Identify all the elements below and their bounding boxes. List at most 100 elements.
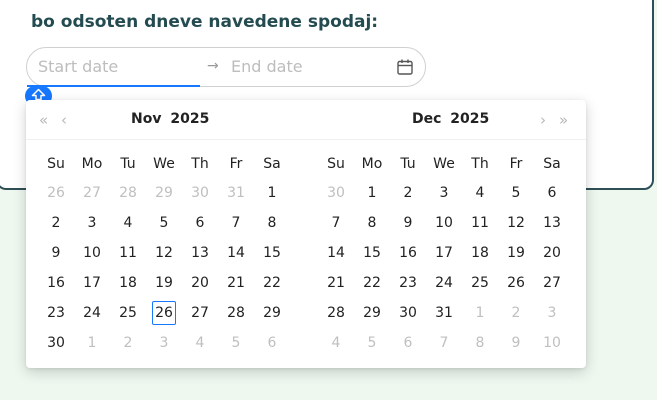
date-cell[interactable]: 30	[390, 298, 426, 328]
date-number[interactable]: 8	[468, 331, 492, 355]
date-number[interactable]: 30	[396, 301, 420, 325]
date-number[interactable]: 26	[152, 301, 176, 325]
date-number[interactable]: 28	[224, 301, 248, 325]
date-number[interactable]: 3	[432, 181, 456, 205]
date-cell[interactable]: 24	[426, 268, 462, 298]
date-number[interactable]: 29	[152, 181, 176, 205]
date-range-picker[interactable]: Start date → End date	[26, 47, 426, 87]
date-number[interactable]: 29	[360, 301, 384, 325]
date-number[interactable]: 18	[116, 271, 140, 295]
date-cell[interactable]: 6	[390, 328, 426, 358]
date-number[interactable]: 6	[188, 211, 212, 235]
date-number[interactable]: 5	[152, 211, 176, 235]
date-cell[interactable]: 7	[318, 208, 354, 238]
date-number[interactable]: 30	[44, 331, 68, 355]
date-cell[interactable]: 3	[74, 208, 110, 238]
date-cell[interactable]: 13	[534, 208, 570, 238]
date-number[interactable]: 4	[116, 211, 140, 235]
date-number[interactable]: 15	[260, 241, 284, 265]
date-number[interactable]: 31	[224, 181, 248, 205]
date-cell[interactable]: 28	[218, 298, 254, 328]
date-number[interactable]: 15	[360, 241, 384, 265]
date-cell[interactable]: 5	[146, 208, 182, 238]
date-number[interactable]: 23	[44, 301, 68, 325]
date-cell[interactable]: 27	[182, 298, 218, 328]
date-cell[interactable]: 22	[354, 268, 390, 298]
date-cell[interactable]: 5	[354, 328, 390, 358]
date-cell[interactable]: 7	[218, 208, 254, 238]
date-cell[interactable]: 4	[182, 328, 218, 358]
date-cell[interactable]: 1	[354, 178, 390, 208]
date-number[interactable]: 5	[504, 181, 528, 205]
date-number[interactable]: 28	[116, 181, 140, 205]
date-number[interactable]: 19	[152, 271, 176, 295]
date-number[interactable]: 16	[396, 241, 420, 265]
end-date-input[interactable]: End date	[231, 57, 303, 76]
date-number[interactable]: 2	[116, 331, 140, 355]
date-number[interactable]: 20	[540, 241, 564, 265]
date-number[interactable]: 5	[360, 331, 384, 355]
date-cell[interactable]: 21	[318, 268, 354, 298]
date-cell[interactable]: 1	[74, 328, 110, 358]
next-month-button[interactable]: ›	[540, 110, 546, 130]
date-cell[interactable]: 21	[218, 268, 254, 298]
date-number[interactable]: 26	[504, 271, 528, 295]
year-label[interactable]: 2025	[450, 111, 489, 127]
date-cell[interactable]: 6	[534, 178, 570, 208]
date-number[interactable]: 3	[540, 301, 564, 325]
date-cell[interactable]: 6	[254, 328, 290, 358]
date-cell[interactable]: 10	[534, 328, 570, 358]
date-cell[interactable]: 29	[254, 298, 290, 328]
date-number[interactable]: 11	[116, 241, 140, 265]
date-number[interactable]: 25	[468, 271, 492, 295]
date-number[interactable]: 4	[188, 331, 212, 355]
date-cell[interactable]: 27	[534, 268, 570, 298]
date-number[interactable]: 2	[396, 181, 420, 205]
date-number[interactable]: 5	[224, 331, 248, 355]
date-cell[interactable]: 5	[218, 328, 254, 358]
date-cell[interactable]: 2	[38, 208, 74, 238]
next-year-button[interactable]: »	[559, 110, 568, 130]
date-number[interactable]: 18	[468, 241, 492, 265]
date-number[interactable]: 31	[432, 301, 456, 325]
date-cell[interactable]: 27	[74, 178, 110, 208]
date-cell[interactable]: 8	[354, 208, 390, 238]
date-cell[interactable]: 4	[110, 208, 146, 238]
date-cell[interactable]: 4	[318, 328, 354, 358]
date-cell[interactable]: 1	[254, 178, 290, 208]
date-cell[interactable]: 11	[462, 208, 498, 238]
date-number[interactable]: 27	[540, 271, 564, 295]
date-number[interactable]: 17	[80, 271, 104, 295]
today-date-cell[interactable]: 26	[146, 298, 182, 328]
date-cell[interactable]: 29	[146, 178, 182, 208]
date-number[interactable]: 2	[44, 211, 68, 235]
date-number[interactable]: 12	[152, 241, 176, 265]
date-cell[interactable]: 26	[38, 178, 74, 208]
date-number[interactable]: 1	[260, 181, 284, 205]
date-cell[interactable]: 18	[462, 238, 498, 268]
date-cell[interactable]: 13	[182, 238, 218, 268]
date-cell[interactable]: 28	[110, 178, 146, 208]
date-cell[interactable]: 19	[498, 238, 534, 268]
date-cell[interactable]: 25	[462, 268, 498, 298]
start-date-input[interactable]: Start date	[38, 57, 198, 77]
date-number[interactable]: 4	[468, 181, 492, 205]
calendar-icon[interactable]	[396, 58, 414, 76]
date-cell[interactable]: 17	[74, 268, 110, 298]
date-cell[interactable]: 2	[110, 328, 146, 358]
date-number[interactable]: 8	[260, 211, 284, 235]
date-cell[interactable]: 30	[182, 178, 218, 208]
date-number[interactable]: 16	[44, 271, 68, 295]
date-cell[interactable]: 24	[74, 298, 110, 328]
date-number[interactable]: 1	[468, 301, 492, 325]
date-cell[interactable]: 3	[426, 178, 462, 208]
date-cell[interactable]: 9	[38, 238, 74, 268]
date-number[interactable]: 21	[324, 271, 348, 295]
date-number[interactable]: 22	[260, 271, 284, 295]
date-cell[interactable]: 9	[498, 328, 534, 358]
date-number[interactable]: 10	[432, 211, 456, 235]
date-number[interactable]: 1	[80, 331, 104, 355]
date-number[interactable]: 2	[504, 301, 528, 325]
date-cell[interactable]: 6	[182, 208, 218, 238]
date-number[interactable]: 6	[260, 331, 284, 355]
